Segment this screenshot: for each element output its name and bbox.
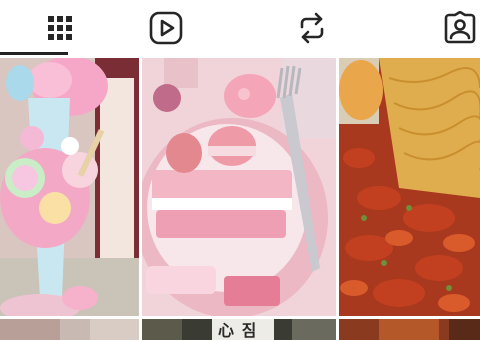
tab-tagged[interactable] — [400, 0, 480, 56]
play-icon — [149, 11, 183, 45]
tab-reels[interactable] — [106, 0, 226, 56]
crawfish-and-noodles-photo — [339, 58, 480, 316]
posts-grid: 心 짐 — [0, 58, 480, 340]
post-thumbnail[interactable] — [0, 58, 139, 316]
profile-tab-bar — [0, 0, 480, 56]
partial-photo-1 — [0, 319, 139, 340]
tab-reposts[interactable] — [252, 0, 372, 56]
tab-posts-grid[interactable] — [0, 0, 120, 56]
post-thumbnail[interactable] — [0, 319, 139, 340]
grid-icon — [48, 16, 72, 40]
photo-overlay-text: 心 짐 — [218, 321, 258, 340]
partial-photo-3 — [339, 319, 480, 340]
pink-candy-milkshake-photo — [0, 58, 139, 316]
repost-icon — [300, 12, 324, 44]
pink-dessert-plate-photo — [142, 58, 336, 316]
selected-tab-indicator — [0, 52, 68, 55]
post-thumbnail[interactable]: 心 짐 — [142, 319, 336, 340]
post-thumbnail[interactable] — [142, 58, 336, 316]
post-thumbnail[interactable] — [339, 319, 480, 340]
post-thumbnail[interactable] — [339, 58, 480, 316]
tagged-person-icon — [444, 11, 476, 44]
